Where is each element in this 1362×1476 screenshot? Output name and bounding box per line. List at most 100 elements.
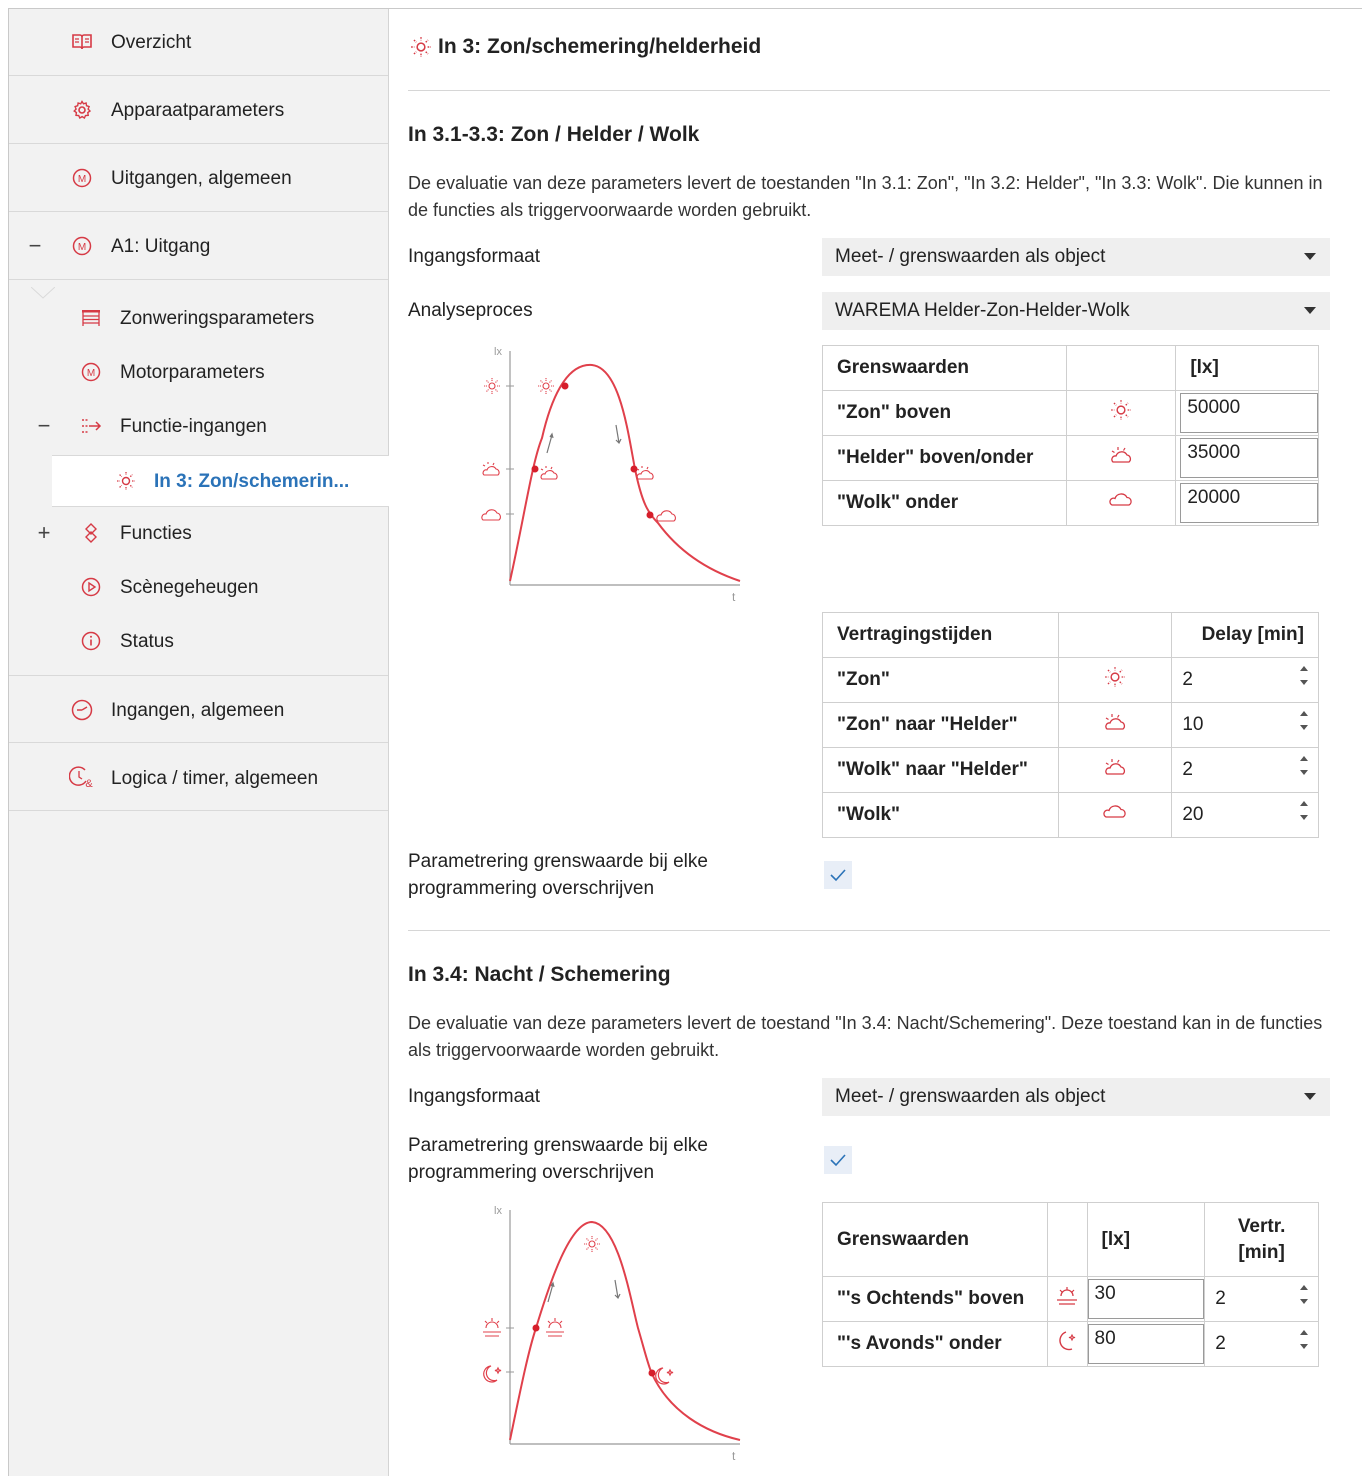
sidebar-item-status[interactable]: Status	[9, 617, 388, 667]
section-title: In 3.4: Nacht / Schemering	[408, 963, 671, 986]
input-arrow-icon	[80, 415, 102, 437]
collapse-icon[interactable]: −	[27, 235, 43, 257]
svg-text:M: M	[78, 242, 86, 253]
stepper-arrows-icon[interactable]	[1300, 666, 1308, 685]
table-row: "Zon" 2	[822, 657, 1319, 703]
sidebar-item-label: Overzicht	[111, 32, 192, 53]
sun-icon	[411, 37, 431, 57]
sun-cloud-icon	[540, 466, 558, 480]
ochtends-delay-stepper[interactable]: 2	[1204, 1276, 1319, 1322]
stepper-value: 2	[1215, 1288, 1226, 1309]
sidebar-item-overzicht[interactable]: Overzicht	[9, 9, 388, 76]
wolk-helder-delay-stepper[interactable]: 2	[1171, 747, 1319, 793]
stepper-arrows-icon[interactable]	[1300, 1330, 1308, 1349]
sun-icon	[1057, 657, 1173, 703]
zon-threshold-input[interactable]: 50000	[1180, 393, 1318, 433]
table-row: "Helder" boven/onder 35000	[822, 435, 1319, 481]
sun-cloud-icon	[482, 462, 500, 476]
collapse-icon[interactable]: −	[36, 415, 52, 437]
row-label: "Helder" boven/onder	[822, 435, 1067, 481]
zon-delay-stepper[interactable]: 2	[1171, 657, 1319, 703]
y-axis-label: lx	[494, 346, 502, 358]
input-format-dropdown[interactable]: Meet- / grenswaarden als object	[822, 238, 1330, 276]
sidebar-item-label: Ingangen, algemeen	[111, 700, 285, 721]
column-header: Delay [min]	[1171, 612, 1319, 658]
info-icon	[80, 630, 102, 652]
sidebar-item-a1-uitgang[interactable]: − M A1: Uitgang	[9, 213, 388, 280]
blind-icon	[80, 307, 102, 329]
threshold-point	[561, 382, 569, 390]
stepper-value: 10	[1182, 714, 1204, 735]
stepper-arrows-icon[interactable]	[1300, 801, 1308, 820]
threshold-point	[532, 1324, 540, 1332]
sidebar-item-scenegeheugen[interactable]: Scènegeheugen	[9, 563, 388, 613]
zon-helder-delay-stepper[interactable]: 10	[1171, 702, 1319, 748]
table-row: "Wolk" naar "Helder" 2	[822, 747, 1319, 793]
motor-icon: M	[71, 235, 93, 257]
table-header-row: Grenswaarden [lx] Vertr. [min]	[822, 1202, 1319, 1277]
table-row: "Zon" naar "Helder" 10	[822, 702, 1319, 748]
page-title-text: In 3: Zon/schemering/helderheid	[438, 35, 762, 58]
sidebar-item-label: Status	[120, 631, 174, 652]
divider	[9, 279, 388, 280]
wolk-delay-stepper[interactable]: 20	[1171, 792, 1319, 838]
threshold-point	[646, 511, 654, 519]
row-label: "Wolk" naar "Helder"	[822, 747, 1059, 793]
table-row: "Wolk" onder 20000	[822, 480, 1319, 526]
sidebar-item-label: Uitgangen, algemeen	[111, 168, 292, 189]
input-format-dropdown-2[interactable]: Meet- / grenswaarden als object	[822, 1078, 1330, 1116]
avonds-delay-stepper[interactable]: 2	[1204, 1321, 1319, 1367]
table-row: "Zon" boven 50000	[822, 390, 1319, 436]
sidebar-item-ingangen-algemeen[interactable]: Ingangen, algemeen	[9, 676, 388, 743]
sun-icon	[584, 1236, 600, 1252]
sidebar-item-in3-selected[interactable]: In 3: Zon/schemerin...	[52, 455, 389, 507]
table-header-row: Grenswaarden [lx]	[822, 345, 1319, 391]
checkmark-icon	[830, 1154, 846, 1167]
sun-icon	[538, 378, 554, 394]
table-row: "Wolk" 20	[822, 792, 1319, 838]
analysis-dropdown[interactable]: WAREMA Helder-Zon-Helder-Wolk	[822, 292, 1330, 330]
analysis-label: Analyseproces	[408, 300, 533, 321]
column-header: [lx]	[1086, 1202, 1206, 1277]
falling-arrow-icon	[614, 1279, 621, 1300]
overwrite-checkbox-2[interactable]	[824, 1146, 852, 1174]
column-header: [lx]	[1175, 345, 1319, 391]
stepper-arrows-icon[interactable]	[1300, 711, 1308, 730]
helder-threshold-input[interactable]: 35000	[1180, 438, 1318, 478]
row-label: "Zon" boven	[822, 390, 1067, 436]
sidebar-item-label: Scènegeheugen	[120, 577, 259, 598]
row-label: "Wolk" onder	[822, 480, 1067, 526]
input-format-label: Ingangsformaat	[408, 1086, 541, 1107]
sidebar-item-zonweringsparameters[interactable]: Zonweringsparameters	[9, 294, 388, 344]
checkmark-icon	[830, 869, 846, 882]
thresholds-table: Grenswaarden [lx] "Zon" boven 50000 "Hel…	[822, 345, 1319, 526]
sidebar-item-apparaatparameters[interactable]: Apparaatparameters	[9, 77, 388, 144]
column-header: Grenswaarden	[822, 1202, 1048, 1277]
sidebar-item-functie-ingangen[interactable]: − Functie-ingangen	[9, 402, 388, 452]
wolk-threshold-input[interactable]: 20000	[1180, 483, 1318, 523]
sidebar-item-functies[interactable]: + Functies	[9, 509, 388, 559]
book-icon	[71, 31, 93, 53]
svg-text:M: M	[78, 174, 86, 185]
chevron-down-icon	[1304, 253, 1316, 260]
ochtends-threshold-input[interactable]: 30	[1087, 1279, 1205, 1319]
moon-icon	[1046, 1321, 1088, 1367]
section-title: In 3.1-3.3: Zon / Helder / Wolk	[408, 123, 700, 146]
sidebar-item-logica-timer[interactable]: & Logica / timer, algemeen	[9, 744, 388, 811]
sidebar-item-motorparameters[interactable]: M Motorparameters	[9, 348, 388, 398]
sidebar-item-uitgangen-algemeen[interactable]: M Uitgangen, algemeen	[9, 145, 388, 212]
row-label: "Zon"	[822, 657, 1059, 703]
overwrite-checkbox[interactable]	[824, 861, 852, 889]
x-axis-label: t	[732, 590, 736, 603]
moon-icon	[655, 1367, 674, 1385]
cloud-icon	[656, 510, 676, 522]
divider	[408, 90, 1330, 91]
stepper-arrows-icon[interactable]	[1300, 1285, 1308, 1304]
stepper-value: 20	[1182, 804, 1204, 825]
chevron-down-icon	[1304, 307, 1316, 314]
stepper-arrows-icon[interactable]	[1300, 756, 1308, 775]
overwrite-label: Parametrering grenswaarde bij elke progr…	[408, 851, 708, 899]
sidebar-item-label: Motorparameters	[120, 362, 265, 383]
expand-icon[interactable]: +	[36, 522, 52, 544]
avonds-threshold-input[interactable]: 80	[1087, 1324, 1205, 1364]
